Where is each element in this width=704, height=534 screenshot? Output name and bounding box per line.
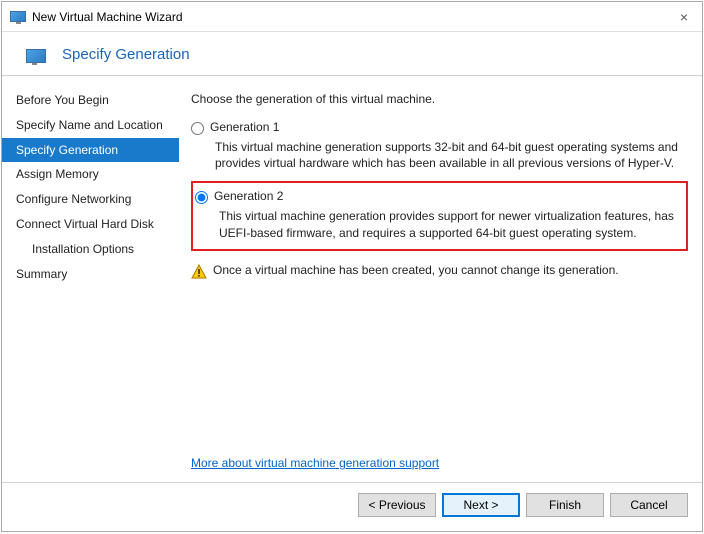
wizard-window: New Virtual Machine Wizard × Specify Gen… (1, 1, 703, 532)
header-icon (26, 49, 46, 63)
sidebar-item-summary[interactable]: Summary (2, 262, 179, 287)
sidebar-item-specify-generation[interactable]: Specify Generation (2, 138, 179, 163)
warning-text: Once a virtual machine has been created,… (213, 263, 619, 277)
page-title: Specify Generation (62, 46, 190, 63)
instruction-text: Choose the generation of this virtual ma… (191, 92, 688, 106)
wizard-sidebar: Before You Begin Specify Name and Locati… (2, 76, 179, 482)
window-title: New Virtual Machine Wizard (32, 10, 674, 24)
sidebar-item-specify-name[interactable]: Specify Name and Location (2, 113, 179, 138)
sidebar-item-configure-networking[interactable]: Configure Networking (2, 187, 179, 212)
generation-1-radio[interactable] (191, 122, 204, 135)
generation-2-label: Generation 2 (214, 189, 283, 203)
wizard-main: Choose the generation of this virtual ma… (179, 76, 702, 482)
sidebar-item-assign-memory[interactable]: Assign Memory (2, 162, 179, 187)
cancel-button[interactable]: Cancel (610, 493, 688, 517)
warning-row: Once a virtual machine has been created,… (191, 263, 688, 280)
close-button[interactable]: × (674, 9, 694, 25)
app-icon (10, 11, 26, 23)
sidebar-item-before-you-begin[interactable]: Before You Begin (2, 88, 179, 113)
generation-1-option[interactable]: Generation 1 (191, 120, 688, 135)
wizard-header: Specify Generation (2, 32, 702, 75)
generation-1-description: This virtual machine generation supports… (215, 139, 688, 171)
sidebar-item-connect-vhd[interactable]: Connect Virtual Hard Disk (2, 212, 179, 237)
next-button[interactable]: Next > (442, 493, 520, 517)
previous-button[interactable]: < Previous (358, 493, 436, 517)
sidebar-item-installation-options[interactable]: Installation Options (2, 237, 179, 262)
warning-icon (191, 264, 207, 280)
more-info-link[interactable]: More about virtual machine generation su… (191, 456, 688, 470)
finish-button[interactable]: Finish (526, 493, 604, 517)
highlighted-selection: Generation 2 This virtual machine genera… (191, 181, 688, 250)
generation-2-description: This virtual machine generation provides… (219, 208, 678, 240)
wizard-body: Before You Begin Specify Name and Locati… (2, 76, 702, 482)
generation-2-radio[interactable] (195, 191, 208, 204)
generation-2-option[interactable]: Generation 2 (195, 189, 678, 204)
generation-1-label: Generation 1 (210, 120, 279, 134)
titlebar: New Virtual Machine Wizard × (2, 2, 702, 32)
button-bar: < Previous Next > Finish Cancel (2, 482, 702, 531)
